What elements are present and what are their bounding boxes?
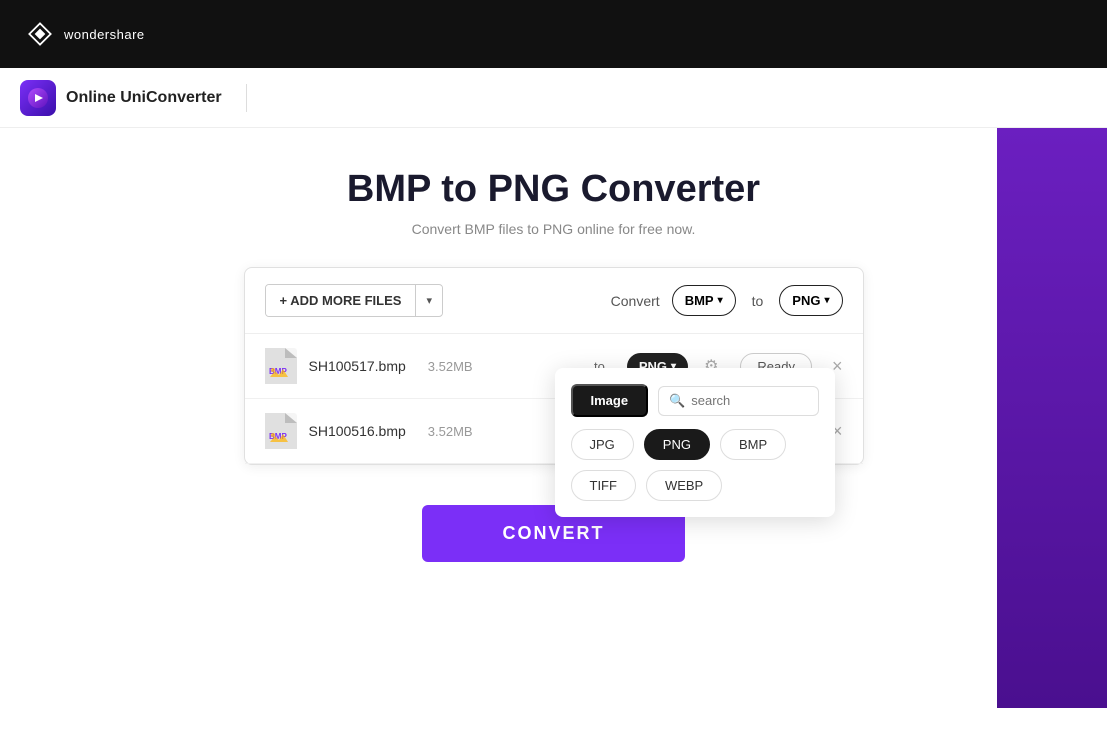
toolbar-row: + ADD MORE FILES ▾ Convert BMP ▾ to PNG … bbox=[245, 268, 863, 334]
main-content: BMP to PNG Converter Convert BMP files t… bbox=[0, 128, 1107, 733]
to-format-text: PNG bbox=[792, 293, 820, 308]
file-icon-2: BMP bbox=[265, 413, 297, 449]
format-dropdown-popup: Image 🔍 JPG PNG BMP TIFF WEBP bbox=[555, 368, 835, 517]
search-icon: 🔍 bbox=[669, 393, 685, 409]
format-option-jpg[interactable]: JPG bbox=[571, 429, 634, 460]
file-icon-1: BMP bbox=[265, 348, 297, 384]
nav-bar: Online UniConverter bbox=[0, 68, 1107, 128]
format-option-tiff[interactable]: TIFF bbox=[571, 470, 636, 501]
add-files-label: + ADD MORE FILES bbox=[266, 285, 417, 316]
nav-divider bbox=[246, 84, 247, 112]
format-options: JPG PNG BMP TIFF WEBP bbox=[571, 429, 819, 501]
app-name: Online UniConverter bbox=[66, 89, 222, 107]
top-bar: wondershare bbox=[0, 0, 1107, 68]
to-format-button[interactable]: PNG ▾ bbox=[779, 285, 842, 316]
app-logo: Online UniConverter bbox=[20, 80, 222, 116]
content-inner: BMP to PNG Converter Convert BMP files t… bbox=[0, 168, 1107, 562]
wondershare-logo-text: wondershare bbox=[64, 27, 145, 42]
from-format-text: BMP bbox=[685, 293, 714, 308]
dropdown-header: Image 🔍 bbox=[571, 384, 819, 417]
from-format-arrow: ▾ bbox=[718, 295, 723, 306]
logo-area: wondershare bbox=[24, 18, 145, 50]
format-option-webp[interactable]: WEBP bbox=[646, 470, 722, 501]
add-files-button[interactable]: + ADD MORE FILES ▾ bbox=[265, 284, 443, 317]
to-format-arrow: ▾ bbox=[824, 295, 829, 306]
page-title: BMP to PNG Converter bbox=[347, 168, 760, 211]
converter-panel: + ADD MORE FILES ▾ Convert BMP ▾ to PNG … bbox=[244, 267, 864, 465]
convert-label: Convert bbox=[611, 293, 660, 309]
search-box: 🔍 bbox=[658, 386, 818, 416]
from-format-button[interactable]: BMP ▾ bbox=[672, 285, 736, 316]
image-tab-button[interactable]: Image bbox=[571, 384, 649, 417]
uniconverter-icon bbox=[27, 87, 49, 109]
file-name-2: SH100516.bmp bbox=[309, 423, 406, 439]
file-size-1: 3.52MB bbox=[428, 359, 473, 374]
to-text: to bbox=[752, 293, 764, 309]
wondershare-logo-icon bbox=[24, 18, 56, 50]
search-input[interactable] bbox=[691, 393, 771, 408]
page-subtitle: Convert BMP files to PNG online for free… bbox=[412, 221, 696, 237]
file-name-1: SH100517.bmp bbox=[309, 358, 406, 374]
app-icon bbox=[20, 80, 56, 116]
format-option-png[interactable]: PNG bbox=[644, 429, 710, 460]
add-files-arrow[interactable]: ▾ bbox=[416, 286, 442, 315]
format-option-bmp[interactable]: BMP bbox=[720, 429, 786, 460]
file-size-2: 3.52MB bbox=[428, 424, 473, 439]
